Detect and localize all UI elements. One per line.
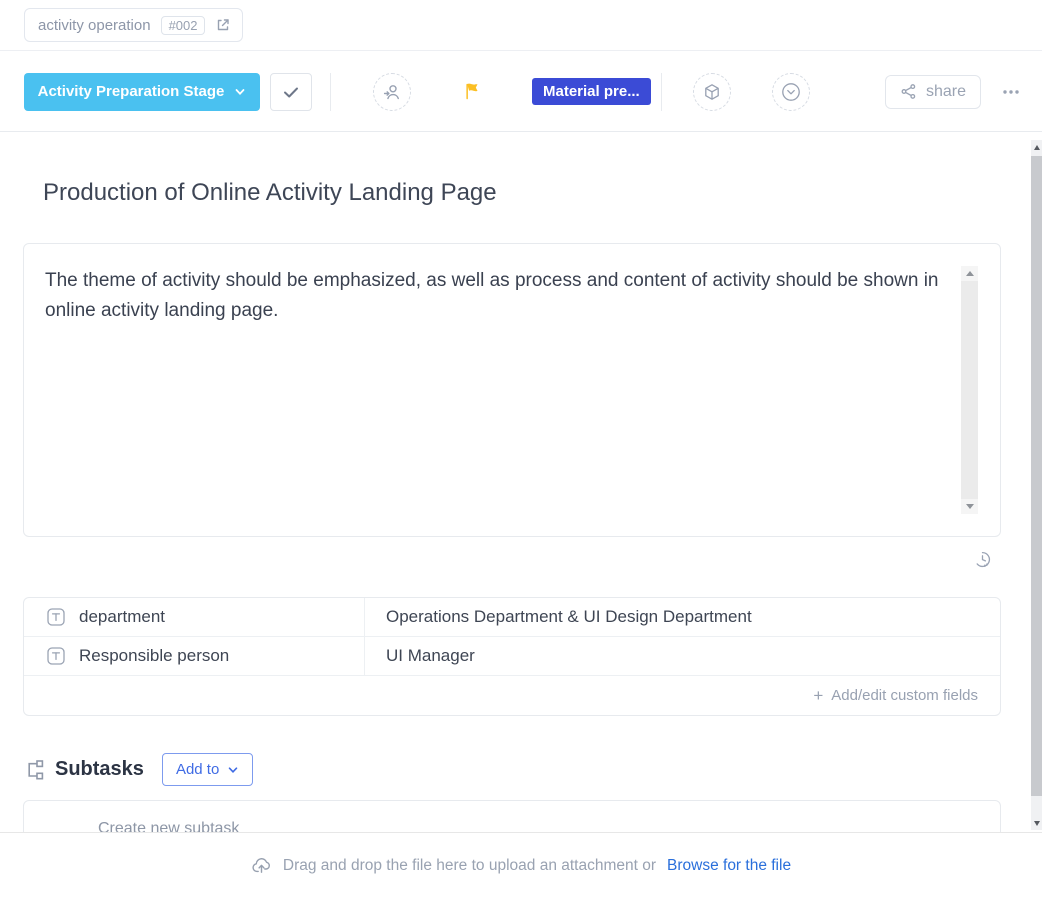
- checkmark-icon: [281, 82, 301, 102]
- page-scrollbar[interactable]: [1031, 140, 1042, 830]
- chevron-down-icon: [227, 764, 239, 776]
- share-button[interactable]: share: [885, 75, 981, 109]
- share-label: share: [926, 83, 966, 101]
- field-label: Responsible person: [79, 646, 229, 666]
- scroll-up-arrow[interactable]: [1031, 140, 1042, 154]
- field-value: Operations Department & UI Design Depart…: [386, 607, 752, 627]
- top-bar: activity operation #002: [0, 0, 1042, 51]
- flag-icon: [462, 81, 482, 102]
- field-value-department[interactable]: Operations Department & UI Design Depart…: [365, 598, 1000, 636]
- field-label: department: [79, 607, 165, 627]
- version-button[interactable]: [772, 73, 810, 111]
- toolbar-divider: [330, 73, 331, 111]
- more-menu-button[interactable]: [994, 78, 1028, 106]
- description-scrollbar[interactable]: [961, 266, 978, 514]
- subtasks-tree-icon: [22, 758, 46, 782]
- package-button[interactable]: [693, 73, 731, 111]
- parent-task-chip[interactable]: activity operation #002: [24, 8, 243, 42]
- cloud-upload-icon: [251, 855, 272, 876]
- subtasks-section-header: Subtasks Add to: [22, 753, 253, 786]
- task-title[interactable]: Production of Online Activity Landing Pa…: [43, 179, 497, 207]
- task-detail-window: activity operation #002 Activity Prepara…: [0, 0, 1042, 898]
- toolbar-divider: [661, 73, 662, 111]
- task-id-badge: #002: [161, 16, 206, 35]
- field-value: UI Manager: [386, 646, 475, 666]
- custom-fields-table: department Operations Department & UI De…: [23, 597, 1001, 716]
- text-field-icon: [46, 646, 66, 666]
- task-detail-panel: Production of Online Activity Landing Pa…: [0, 133, 1031, 832]
- circle-chevron-down-icon: [780, 81, 802, 103]
- table-row: Responsible person UI Manager: [24, 637, 1000, 676]
- description-text: The theme of activity should be emphasiz…: [45, 266, 940, 326]
- subtasks-heading: Subtasks: [55, 758, 144, 781]
- share-icon: [900, 83, 917, 100]
- text-field-icon: [46, 607, 66, 627]
- description-field[interactable]: The theme of activity should be emphasiz…: [23, 243, 1001, 537]
- subtask-list-card[interactable]: Create new subtask: [23, 800, 1001, 832]
- stage-label: Activity Preparation Stage: [38, 83, 225, 100]
- chevron-down-icon: [234, 86, 246, 98]
- cube-icon: [702, 82, 722, 102]
- page-scrollbar-thumb[interactable]: [1031, 156, 1042, 796]
- open-task-icon[interactable]: [215, 17, 231, 33]
- task-toolbar: Activity Preparation Stage: [0, 52, 1042, 132]
- scroll-down-arrow[interactable]: [961, 499, 978, 514]
- add-subtask-dropdown-button[interactable]: Add to: [162, 753, 253, 786]
- ellipsis-icon: [1000, 82, 1022, 102]
- table-row: department Operations Department & UI De…: [24, 598, 1000, 637]
- upload-hint-text: Drag and drop the file here to upload an…: [283, 857, 656, 875]
- assign-member-button[interactable]: [373, 73, 411, 111]
- add-custom-fields-button[interactable]: + Add/edit custom fields: [24, 676, 1000, 715]
- add-custom-fields-label: Add/edit custom fields: [831, 687, 978, 704]
- description-scrollbar-thumb[interactable]: [961, 281, 978, 499]
- add-to-label: Add to: [176, 761, 219, 778]
- scroll-down-arrow[interactable]: [1031, 816, 1042, 830]
- field-value-responsible-person[interactable]: UI Manager: [365, 637, 1000, 675]
- field-label-department[interactable]: department: [24, 598, 365, 636]
- sprint-tag[interactable]: Material pre...: [532, 78, 651, 105]
- field-label-responsible-person[interactable]: Responsible person: [24, 637, 365, 675]
- parent-task-name: activity operation: [38, 17, 151, 34]
- stage-dropdown-button[interactable]: Activity Preparation Stage: [24, 73, 260, 111]
- scroll-up-arrow[interactable]: [961, 266, 978, 281]
- history-button[interactable]: [973, 550, 992, 569]
- add-person-icon: [382, 82, 402, 102]
- plus-icon: +: [813, 686, 823, 706]
- history-clock-icon: [973, 550, 992, 569]
- attachment-upload-bar: Drag and drop the file here to upload an…: [0, 832, 1042, 898]
- priority-flag-button[interactable]: [462, 81, 482, 102]
- complete-task-button[interactable]: [270, 73, 312, 111]
- browse-file-link[interactable]: Browse for the file: [667, 857, 791, 875]
- subtask-row-text: Create new subtask: [98, 820, 239, 832]
